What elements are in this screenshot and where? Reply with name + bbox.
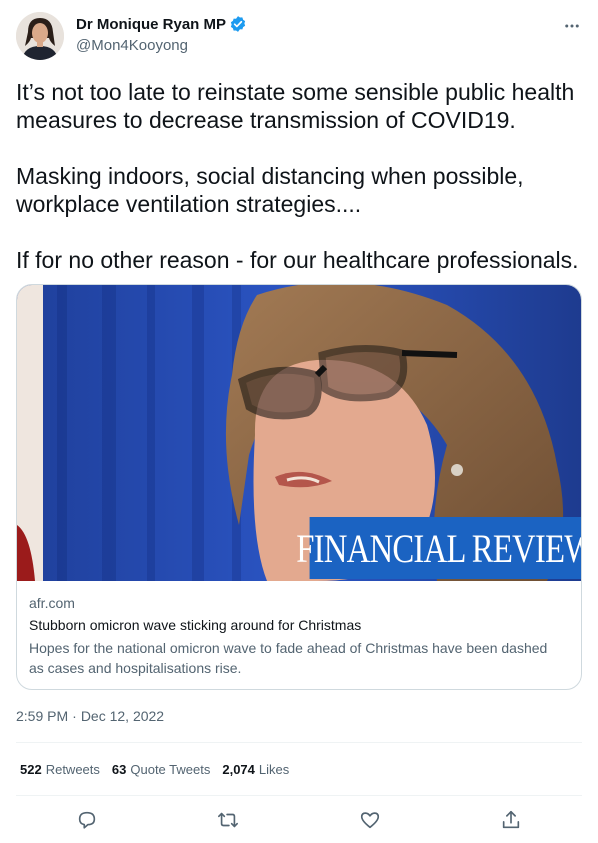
- display-name[interactable]: Dr Monique Ryan MP: [76, 15, 247, 33]
- quote-tweet-count: 63: [111, 762, 127, 777]
- tweet-text: It’s not too late to reinstate some sens…: [16, 78, 586, 274]
- engagement-stats: 522 Retweets 63 Quote Tweets 2,074 Likes: [20, 762, 289, 777]
- like-label: Likes: [258, 762, 290, 777]
- tweet: Dr Monique Ryan MP @Mon4Kooyong It’s not…: [0, 0, 598, 843]
- retweet-button[interactable]: [211, 803, 245, 837]
- avatar[interactable]: [16, 12, 64, 60]
- more-icon: [565, 24, 579, 28]
- tweet-line: workplace ventilation strategies....: [16, 191, 362, 217]
- tweet-line: Masking indoors, social distancing when …: [16, 163, 524, 189]
- like-count: 2,074: [222, 762, 255, 777]
- reply-button[interactable]: [70, 803, 104, 837]
- verified-badge-icon: [229, 15, 247, 33]
- tweet-time: 2:59 PM: [16, 708, 69, 724]
- tweet-line: measures to decrease transmission of COV…: [16, 107, 516, 133]
- reply-icon: [78, 811, 95, 829]
- retweet-label: Retweets: [45, 762, 100, 777]
- retweet-count: 522: [20, 762, 42, 777]
- retweets-stat[interactable]: 522 Retweets: [20, 762, 100, 777]
- share-button[interactable]: [494, 803, 528, 837]
- retweet-icon: [218, 812, 239, 828]
- timestamp-separator: ·: [72, 708, 77, 724]
- share-icon: [503, 810, 520, 829]
- like-icon: [360, 812, 379, 829]
- card-description: Hopes for the national omicron wave to f…: [29, 640, 548, 676]
- card-image[interactable]: FINANCIAL REVIEW: [17, 285, 581, 581]
- user-handle[interactable]: @Mon4Kooyong: [76, 37, 188, 54]
- like-button[interactable]: [353, 803, 387, 837]
- tweet-paragraph: Masking indoors, social distancing when …: [16, 162, 586, 218]
- tweet-line: If for no other reason - for our healthc…: [16, 247, 579, 273]
- link-card[interactable]: FINANCIAL REVIEW afr.com Stubborn omicro…: [16, 284, 582, 690]
- financial-review-logo: FINANCIAL REVIEW: [296, 517, 581, 579]
- divider: [16, 742, 582, 743]
- timestamp[interactable]: 2:59 PM · Dec 12, 2022: [16, 708, 164, 724]
- tweet-paragraph: It’s not too late to reinstate some sens…: [16, 78, 586, 134]
- divider: [16, 795, 582, 796]
- card-domain: afr.com: [29, 595, 75, 611]
- card-title: Stubborn omicron wave sticking around fo…: [29, 617, 362, 633]
- tweet-line: It’s not too late to reinstate some sens…: [16, 79, 575, 105]
- action-bar: [16, 803, 582, 837]
- quote-tweets-stat[interactable]: 63 Quote Tweets: [112, 762, 210, 777]
- tweet-paragraph: If for no other reason - for our healthc…: [16, 246, 586, 274]
- avatar-photo: [16, 12, 64, 60]
- likes-stat[interactable]: 2,074 Likes: [222, 762, 289, 777]
- more-options-button[interactable]: [560, 14, 584, 38]
- display-name-text: Dr Monique Ryan MP: [76, 15, 227, 33]
- quote-tweet-label: Quote Tweets: [130, 762, 211, 777]
- tweet-date: Dec 12, 2022: [80, 708, 165, 724]
